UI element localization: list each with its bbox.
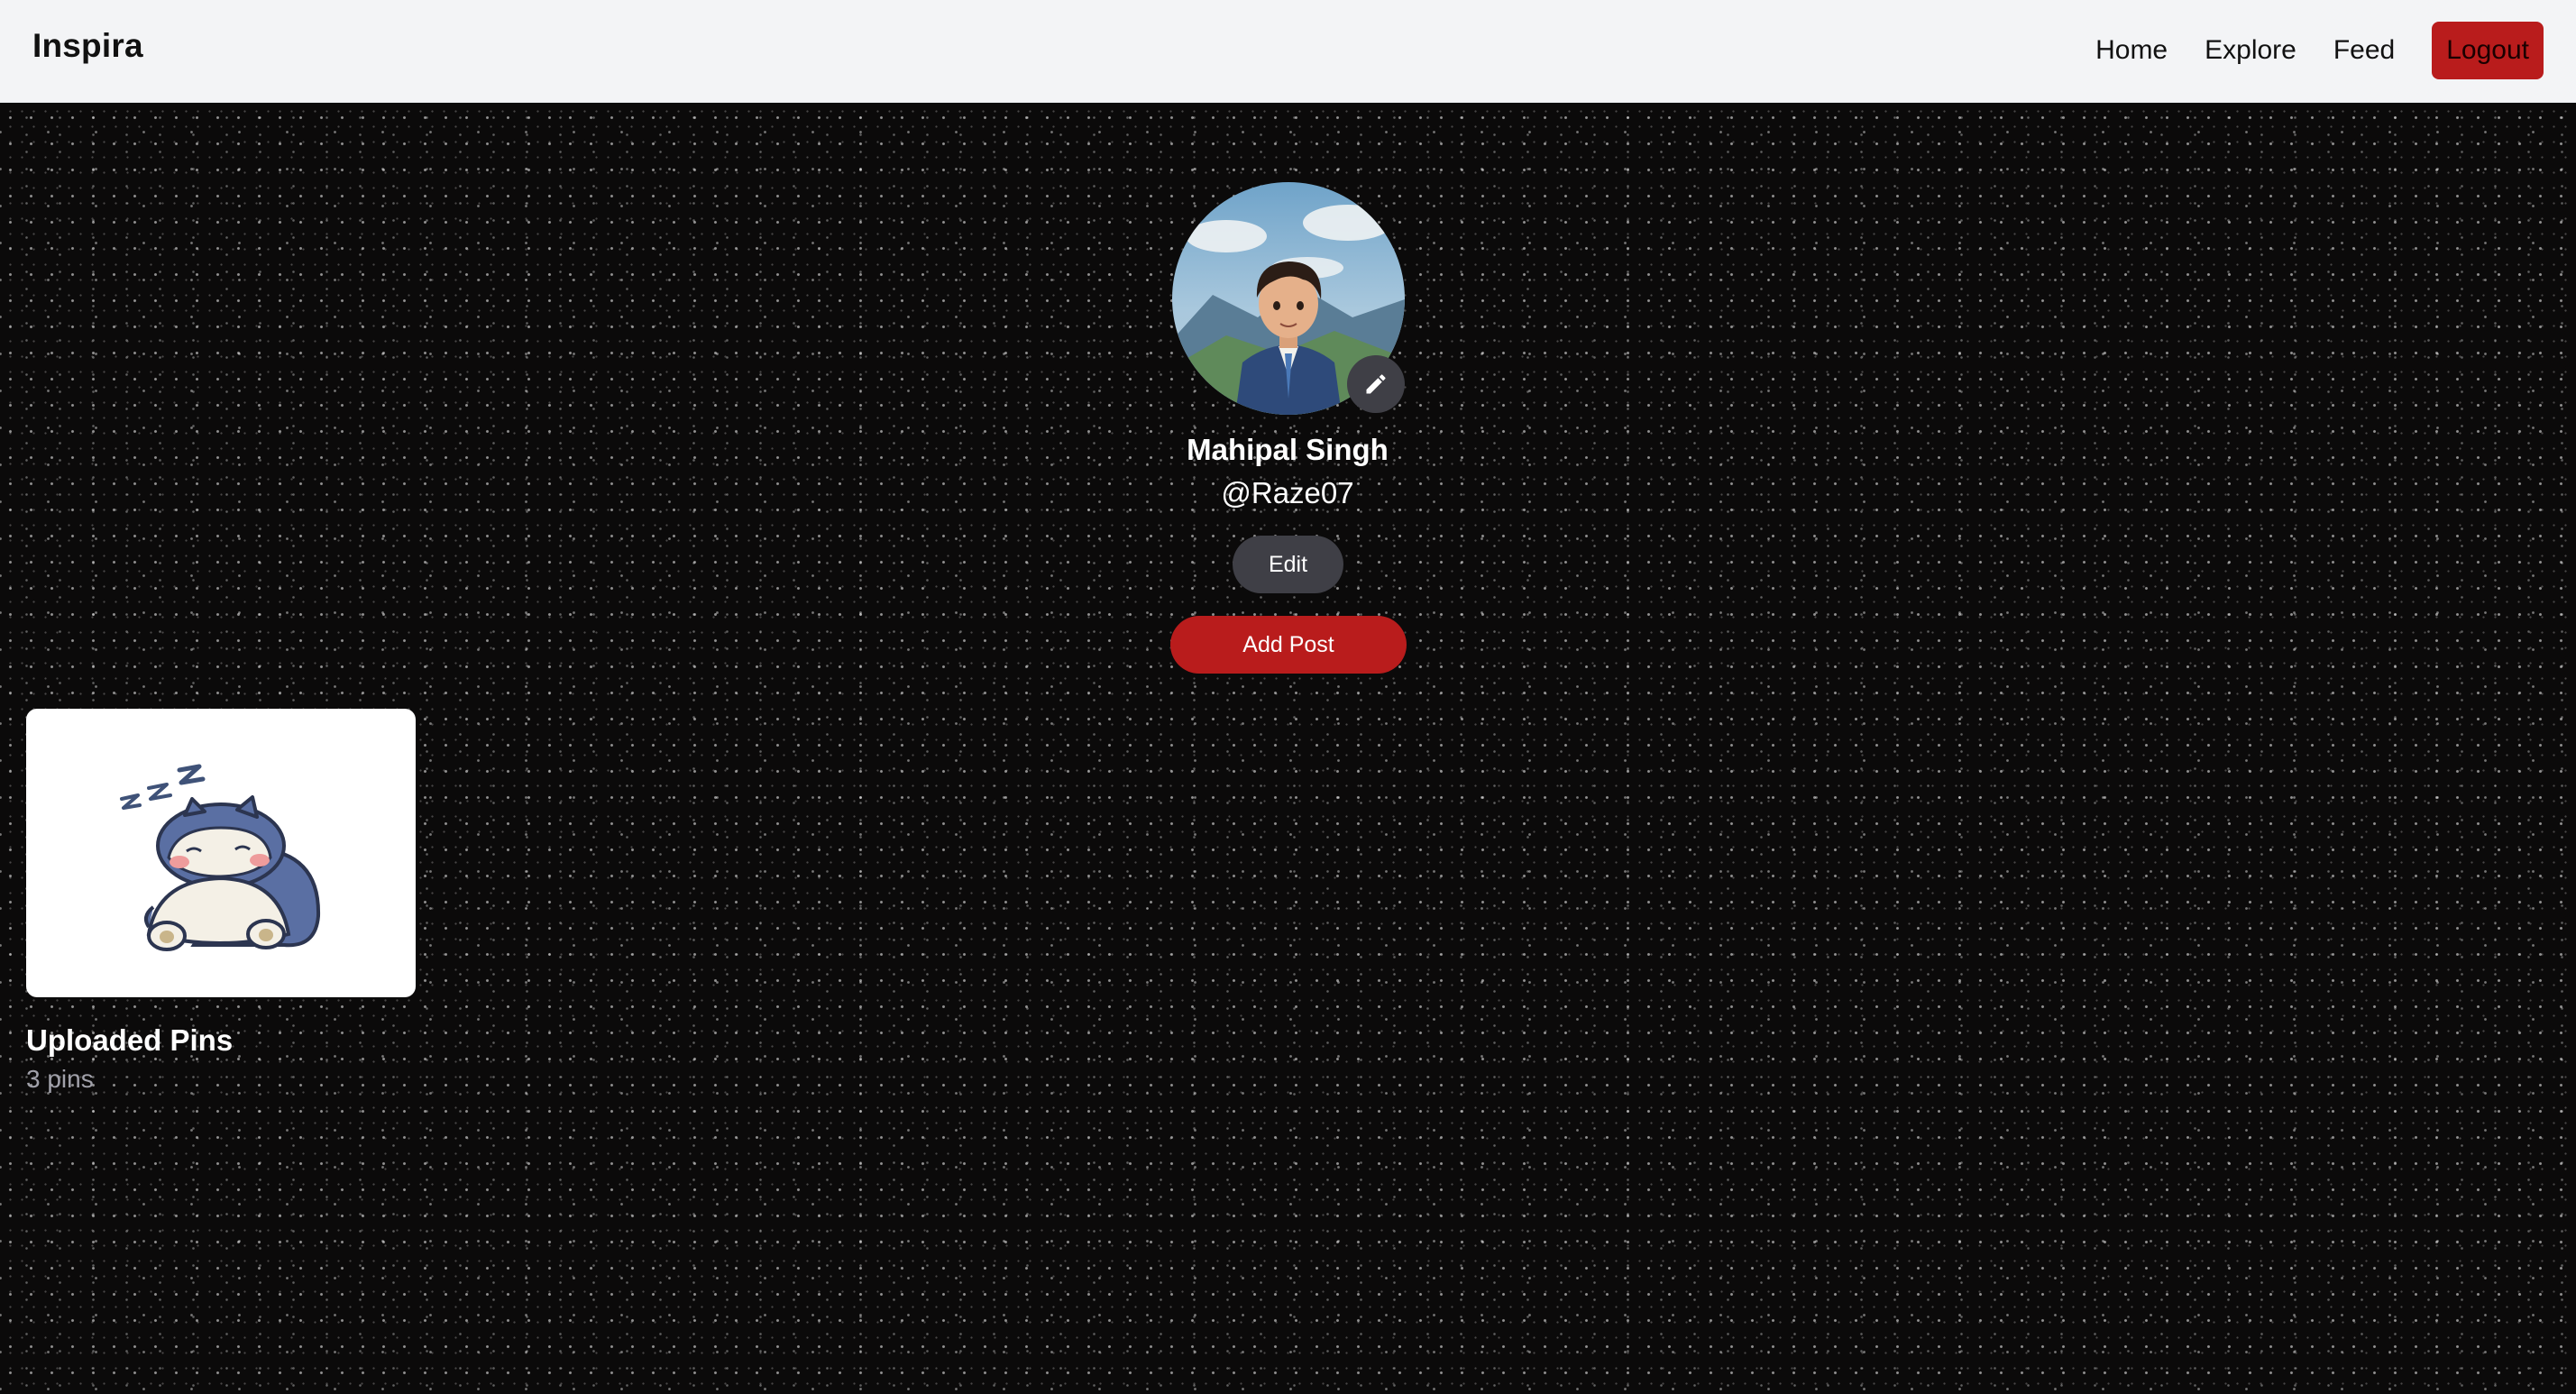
logout-button[interactable]: Logout <box>2432 22 2544 79</box>
brand-logo[interactable]: Inspira <box>32 27 143 65</box>
board-pin-count: 3 pins <box>26 1065 94 1093</box>
profile-name: Mahipal Singh <box>1187 433 1389 466</box>
profile-avatar-container <box>1172 182 1405 415</box>
nav-links: Home Explore Feed Logout <box>2095 22 2544 79</box>
edit-avatar-button[interactable] <box>1347 355 1405 413</box>
nav-link-feed[interactable]: Feed <box>2333 35 2395 66</box>
board-title[interactable]: Uploaded Pins <box>26 1023 233 1058</box>
board-card-uploaded-pins[interactable] <box>26 709 416 997</box>
edit-profile-button[interactable]: Edit <box>1233 536 1343 593</box>
top-navbar: Inspira Home Explore Feed Logout <box>0 0 2576 103</box>
add-post-button[interactable]: Add Post <box>1170 616 1407 674</box>
nav-link-explore[interactable]: Explore <box>2205 35 2296 66</box>
profile-username: @Raze07 <box>1221 476 1354 509</box>
board-cover-image <box>120 764 321 951</box>
edit-pencil-icon <box>1366 374 1386 394</box>
nav-link-home[interactable]: Home <box>2095 35 2168 66</box>
